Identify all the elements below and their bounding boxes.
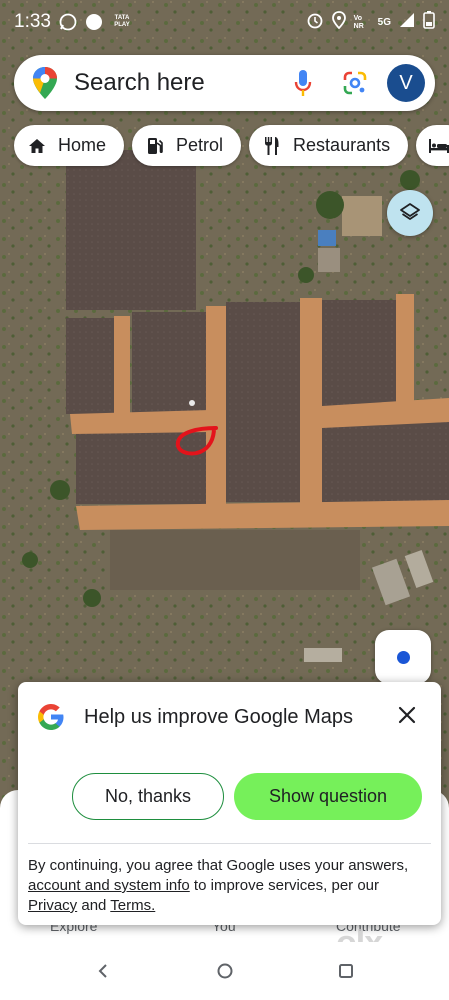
- circle-notification-icon: [85, 13, 103, 31]
- whatsapp-icon: [59, 13, 77, 31]
- search-input[interactable]: Search here: [74, 69, 289, 97]
- system-recents-button[interactable]: [335, 960, 357, 982]
- system-home-button[interactable]: [214, 960, 236, 982]
- location-status-icon: [331, 11, 346, 34]
- microphone-icon: [294, 70, 312, 96]
- home-circle-icon: [217, 963, 233, 979]
- fuel-pump-icon: [144, 135, 166, 157]
- chip-restaurants-label: Restaurants: [293, 135, 391, 155]
- dialog-divider: [28, 843, 431, 844]
- disclaimer-text-1: By continuing, you agree that Google use…: [28, 857, 409, 874]
- status-time: 1:33: [14, 11, 51, 32]
- volte-label: Vo NR: [353, 14, 364, 30]
- privacy-link[interactable]: Privacy: [28, 897, 77, 914]
- layers-button[interactable]: [387, 190, 433, 236]
- google-maps-pin-icon: [33, 67, 57, 99]
- close-dialog-button[interactable]: [394, 702, 420, 728]
- back-chevron-icon: [98, 964, 107, 978]
- feedback-survey-dialog: Help us improve Google Maps No, thanks S…: [18, 682, 441, 925]
- lens-icon: [343, 71, 367, 95]
- chip-restaurants[interactable]: Restaurants: [249, 125, 409, 166]
- chip-home-label: Home: [58, 135, 107, 155]
- restaurant-icon: [261, 135, 283, 157]
- show-question-button[interactable]: Show question: [234, 773, 422, 820]
- recents-square-icon: [339, 964, 353, 978]
- account-avatar[interactable]: V: [387, 64, 425, 102]
- home-icon: [26, 135, 48, 157]
- my-location-button[interactable]: [375, 630, 431, 684]
- chip-petrol-label: Petrol: [176, 135, 224, 155]
- alarm-icon: [306, 11, 324, 34]
- network-type: 5G: [377, 17, 391, 28]
- google-g-logo: [38, 704, 64, 730]
- status-bar: 1:33 TATA PLAY Vo NR 5G: [0, 0, 449, 44]
- voice-search-button[interactable]: [289, 67, 317, 99]
- layers-icon: [400, 203, 420, 220]
- disclaimer-text-3: and: [77, 897, 111, 914]
- system-navigation-bar: [0, 942, 449, 1000]
- dialog-disclaimer: By continuing, you agree that Google use…: [28, 856, 428, 916]
- no-thanks-button[interactable]: No, thanks: [72, 773, 224, 820]
- terms-link[interactable]: Terms.: [110, 897, 155, 914]
- chip-home[interactable]: Home: [14, 125, 125, 166]
- google-lens-button[interactable]: [341, 69, 369, 97]
- chip-petrol[interactable]: Petrol: [132, 125, 242, 166]
- dialog-title: Help us improve Google Maps: [84, 706, 354, 728]
- close-icon: [398, 706, 416, 724]
- signal-icon: [399, 12, 415, 33]
- hotel-icon: [428, 135, 449, 157]
- account-system-info-link[interactable]: account and system info: [28, 877, 190, 894]
- chip-hotels[interactable]: [416, 125, 449, 166]
- tata-play-badge: TATA PLAY: [114, 15, 130, 28]
- system-back-button[interactable]: [92, 960, 114, 982]
- battery-icon: [423, 11, 435, 34]
- category-chips: Home Petrol Restaurants: [14, 125, 449, 166]
- search-bar[interactable]: Search here V: [14, 55, 435, 111]
- disclaimer-text-2: to improve services, per our: [189, 877, 380, 894]
- my-location-icon: [396, 650, 410, 664]
